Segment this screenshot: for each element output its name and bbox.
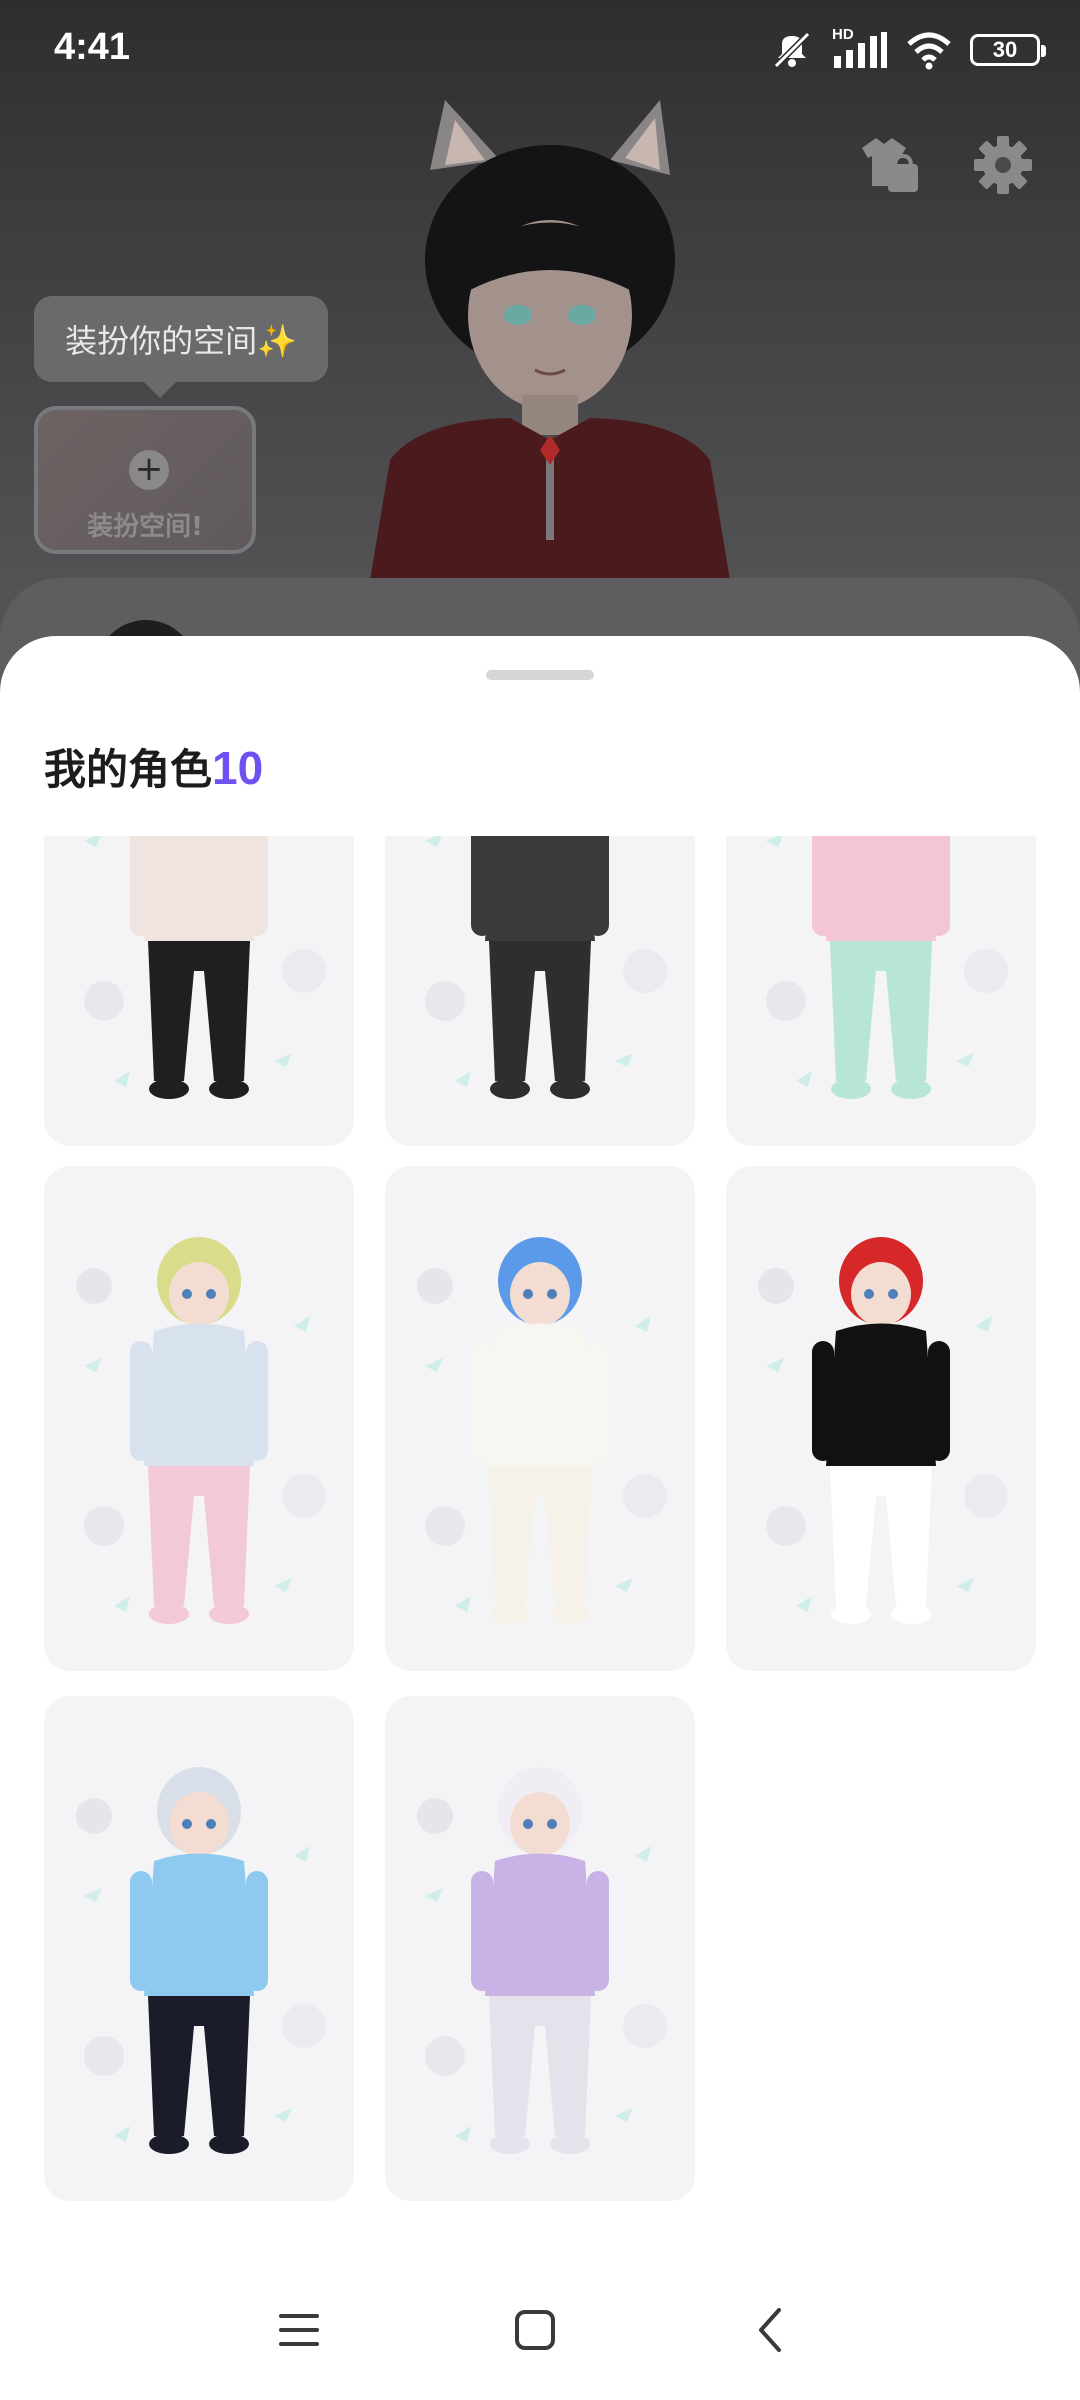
status-bar: 4:41 HD 30 [0, 0, 1080, 100]
character-card-black-pleated-skirt-outfit[interactable] [44, 836, 354, 1146]
battery-icon: 30 [970, 34, 1046, 66]
character-figure [417, 1767, 667, 2154]
dress-up-tip-bubble: 装扮你的空间✨ [34, 296, 328, 398]
status-time: 4:41 [54, 26, 131, 68]
character-figure [417, 1237, 667, 1624]
wifi-icon [907, 32, 951, 70]
gear-icon[interactable] [968, 130, 1038, 200]
dress-space-label: 装扮空间! [87, 512, 203, 542]
wardrobe-shop-icon[interactable] [854, 130, 924, 200]
character-figure [425, 836, 667, 1099]
character-card-cat-beanie-pastel-outfit[interactable] [44, 1166, 354, 1671]
signal-indicator: HD [832, 26, 888, 70]
home-square-icon[interactable] [505, 2300, 565, 2360]
back-chevron-icon[interactable] [741, 2300, 801, 2360]
sheet-drag-handle[interactable] [486, 670, 594, 680]
character-card-sheep-hood-white-coat-outfit[interactable] [385, 1166, 695, 1671]
character-card-mint-hair-pink-pants-outfit[interactable] [726, 836, 1036, 1146]
system-nav-bar [0, 2270, 1080, 2400]
mute-icon [773, 31, 811, 69]
plus-icon: + [129, 450, 169, 490]
character-grid [44, 836, 1036, 2201]
my-characters-sheet: 我的角色 10 [0, 636, 1080, 2400]
battery-level: 30 [992, 37, 1018, 62]
tip-text: 装扮你的空间✨ [65, 322, 297, 360]
dress-space-card[interactable]: + 装扮空间! [34, 406, 256, 554]
character-card-blue-hair-mermaid-gown-outfit[interactable] [44, 1696, 354, 2201]
status-icons: HD 30 [770, 26, 1046, 70]
character-figure [758, 1237, 1008, 1624]
character-figure [76, 1767, 326, 2154]
character-card-baggy-black-jeans-outfit[interactable] [385, 836, 695, 1146]
character-figure [766, 836, 1008, 1099]
character-card-lavender-angel-outfit[interactable] [385, 1696, 695, 2201]
signal-icon [834, 32, 887, 68]
character-card-cow-costume-red-hair-outfit[interactable] [726, 1166, 1036, 1671]
sheet-title: 我的角色 10 [44, 736, 263, 797]
character-count: 10 [212, 742, 264, 794]
profile-background-scene: 4:41 HD 30 装扮你的空间✨ + 装扮空间! [0, 0, 1080, 700]
profile-avatar-figure [370, 100, 730, 580]
character-figure [76, 1237, 326, 1624]
character-figure [84, 836, 326, 1099]
menu-icon[interactable] [269, 2300, 329, 2360]
sheet-title-text: 我的角色 [44, 745, 213, 794]
